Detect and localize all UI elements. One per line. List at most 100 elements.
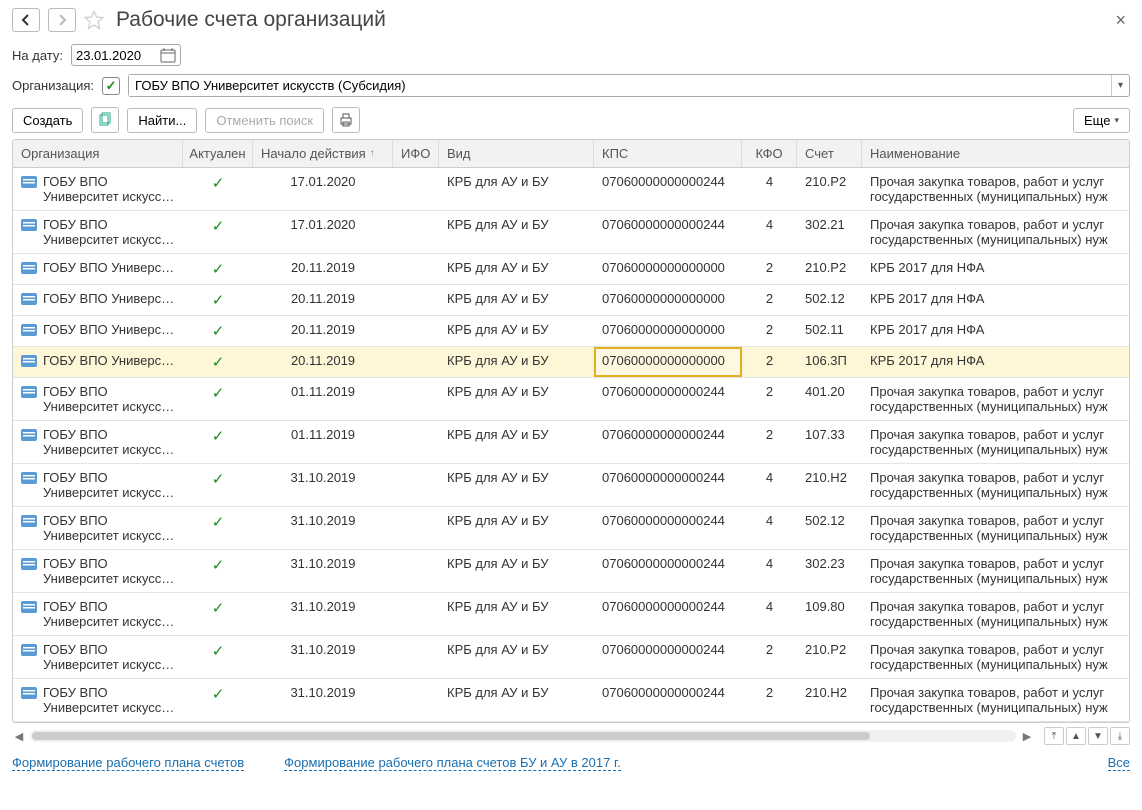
table-row[interactable]: ГОБУ ВПО Универси... ✓ 20.11.2019 КРБ дл…: [13, 285, 1129, 316]
table-row[interactable]: ГОБУ ВПО Универси... ✓ 20.11.2019 КРБ дл…: [13, 316, 1129, 347]
forward-button[interactable]: [48, 8, 76, 32]
table-row[interactable]: ГОБУ ВПО Универси... ✓ 20.11.2019 КРБ дл…: [13, 347, 1129, 378]
org-line1: ГОБУ ВПО: [43, 470, 175, 485]
table-row[interactable]: ГОБУ ВПОУниверситет искусст... ✓ 01.11.2…: [13, 421, 1129, 464]
cell-vid: КРБ для АУ и БУ: [439, 254, 594, 284]
goto-down-button[interactable]: ▼: [1088, 727, 1108, 745]
find-button[interactable]: Найти...: [127, 108, 197, 133]
org-label: Организация:: [12, 78, 94, 93]
data-table: Организация Актуален Начало действия↑ ИФ…: [12, 139, 1130, 723]
record-icon: [21, 687, 37, 699]
record-icon: [21, 515, 37, 527]
date-input[interactable]: [76, 48, 156, 63]
cell-schet: 210.Р2: [797, 254, 862, 284]
cell-vid: КРБ для АУ и БУ: [439, 316, 594, 346]
cell-schet: 401.20: [797, 378, 862, 420]
link-plan-schetov-2017[interactable]: Формирование рабочего плана счетов БУ и …: [284, 755, 621, 771]
scroll-left-icon[interactable]: ◀: [12, 730, 26, 743]
table-row[interactable]: ГОБУ ВПОУниверситет искусст... ✓ 31.10.2…: [13, 679, 1129, 722]
org-dropdown-button[interactable]: ▾: [1111, 75, 1129, 96]
cell-vid: КРБ для АУ и БУ: [439, 593, 594, 635]
table-row[interactable]: ГОБУ ВПОУниверситет искусст... ✓ 01.11.2…: [13, 378, 1129, 421]
org-line2: Университет искусст...: [43, 485, 175, 500]
cell-schet: 210.Р2: [797, 636, 862, 678]
cell-name: Прочая закупка товаров, работ и услуг го…: [862, 636, 1129, 678]
cell-vid: КРБ для АУ и БУ: [439, 168, 594, 210]
cell-vid: КРБ для АУ и БУ: [439, 636, 594, 678]
calendar-icon[interactable]: [160, 47, 176, 63]
cancel-search-button[interactable]: Отменить поиск: [205, 108, 324, 133]
link-plan-schetov[interactable]: Формирование рабочего плана счетов: [12, 755, 244, 771]
copy-button[interactable]: [91, 107, 119, 133]
cell-kps: 07060000000000000: [594, 285, 742, 315]
col-org[interactable]: Организация: [13, 140, 183, 167]
scroll-thumb[interactable]: [32, 732, 870, 740]
table-row[interactable]: ГОБУ ВПОУниверситет искусст... ✓ 31.10.2…: [13, 593, 1129, 636]
arrow-left-icon: [20, 14, 32, 26]
scroll-right-icon[interactable]: ▶: [1020, 730, 1034, 743]
goto-bottom-button[interactable]: ⤓: [1110, 727, 1130, 745]
back-button[interactable]: [12, 8, 40, 32]
cell-date: 20.11.2019: [253, 254, 393, 284]
cell-kfo: 4: [742, 211, 797, 253]
create-button[interactable]: Создать: [12, 108, 83, 133]
table-row[interactable]: ГОБУ ВПОУниверситет искусст... ✓ 31.10.2…: [13, 464, 1129, 507]
cell-vid: КРБ для АУ и БУ: [439, 421, 594, 463]
cell-kps: 07060000000000244: [594, 421, 742, 463]
more-button[interactable]: Еще: [1073, 108, 1130, 133]
scroll-track[interactable]: [30, 730, 1016, 742]
record-icon: [21, 293, 37, 305]
cell-schet: 106.3П: [797, 347, 862, 377]
record-icon: [21, 176, 37, 188]
print-button[interactable]: [332, 107, 360, 133]
org-select[interactable]: ▾: [128, 74, 1130, 97]
org-checkbox[interactable]: ✓: [102, 77, 120, 95]
col-kfo[interactable]: КФО: [742, 140, 797, 167]
table-row[interactable]: ГОБУ ВПОУниверситет искусст... ✓ 17.01.2…: [13, 168, 1129, 211]
cell-vid: КРБ для АУ и БУ: [439, 464, 594, 506]
org-line2: Университет искусст...: [43, 571, 175, 586]
cell-ifo: [393, 254, 439, 284]
cell-ifo: [393, 679, 439, 721]
close-button[interactable]: ×: [1111, 10, 1130, 31]
cell-date: 20.11.2019: [253, 347, 393, 377]
table-row[interactable]: ГОБУ ВПОУниверситет искусст... ✓ 31.10.2…: [13, 550, 1129, 593]
cell-schet: 502.12: [797, 507, 862, 549]
cell-kfo: 2: [742, 378, 797, 420]
table-row[interactable]: ГОБУ ВПОУниверситет искусст... ✓ 31.10.2…: [13, 507, 1129, 550]
date-field[interactable]: [71, 44, 181, 66]
col-name[interactable]: Наименование: [862, 140, 1129, 167]
check-icon: ✓: [212, 217, 225, 235]
cell-ifo: [393, 316, 439, 346]
col-date[interactable]: Начало действия↑: [253, 140, 393, 167]
table-row[interactable]: ГОБУ ВПО Универси... ✓ 20.11.2019 КРБ дл…: [13, 254, 1129, 285]
cell-ifo: [393, 550, 439, 592]
goto-up-button[interactable]: ▲: [1066, 727, 1086, 745]
col-actual[interactable]: Актуален: [183, 140, 253, 167]
check-icon: ✓: [212, 556, 225, 574]
cell-schet: 210.Р2: [797, 168, 862, 210]
cell-kfo: 2: [742, 636, 797, 678]
horizontal-scrollbar[interactable]: ◀ ▶ ⤒ ▲ ▼ ⤓: [0, 723, 1142, 749]
org-input[interactable]: [129, 75, 1111, 96]
table-row[interactable]: ГОБУ ВПОУниверситет искусст... ✓ 17.01.2…: [13, 211, 1129, 254]
favorite-star-icon[interactable]: [84, 10, 104, 30]
cell-name: Прочая закупка товаров, работ и услуг го…: [862, 593, 1129, 635]
org-line2: Университет искусст...: [43, 232, 175, 247]
link-all[interactable]: Все: [1108, 755, 1130, 771]
cell-kps: 07060000000000244: [594, 168, 742, 210]
check-icon: ✓: [212, 427, 225, 445]
col-ifo[interactable]: ИФО: [393, 140, 439, 167]
col-vid[interactable]: Вид: [439, 140, 594, 167]
cell-kfo: 2: [742, 421, 797, 463]
cell-schet: 109.80: [797, 593, 862, 635]
table-row[interactable]: ГОБУ ВПОУниверситет искусст... ✓ 31.10.2…: [13, 636, 1129, 679]
col-kps[interactable]: КПС: [594, 140, 742, 167]
org-line2: Университет искусст...: [43, 189, 175, 204]
cell-vid: КРБ для АУ и БУ: [439, 347, 594, 377]
goto-top-button[interactable]: ⤒: [1044, 727, 1064, 745]
arrow-right-icon: [56, 14, 68, 26]
col-schet[interactable]: Счет: [797, 140, 862, 167]
record-icon: [21, 429, 37, 441]
org-line1: ГОБУ ВПО: [43, 174, 175, 189]
